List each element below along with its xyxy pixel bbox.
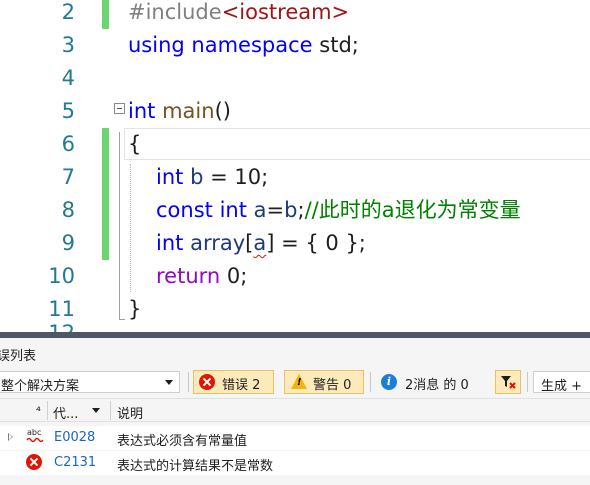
error-list-header: ⁴ 代... 说明 (0, 398, 590, 422)
code-editor[interactable]: 2 #include<iostream> 3 using namespace s… (0, 0, 590, 332)
error-description: 表达式必须含有常量值 (117, 434, 248, 449)
line-number: 9 (61, 231, 75, 255)
toolbar-divider (370, 372, 371, 392)
code-comment: //此时的a退化为常变量 (304, 198, 521, 222)
panel-title: 误列表 (0, 349, 37, 364)
fold-guide (119, 132, 120, 320)
spelling-error-icon: abc (26, 428, 44, 443)
line-number: 6 (61, 132, 75, 156)
expand-arrow-icon[interactable] (8, 433, 13, 441)
code-text[interactable]: { (128, 128, 141, 161)
code-text[interactable]: int b = 10; (156, 161, 268, 194)
change-indicator (102, 161, 109, 194)
code-line[interactable]: 5 int main() (0, 95, 590, 128)
column-type-header[interactable]: ⁴ (36, 404, 41, 418)
errors-filter-button[interactable]: 错误 2 (193, 370, 274, 394)
column-code-header[interactable]: 代... (53, 403, 78, 422)
warnings-filter-button[interactable]: ! 警告 0 (284, 370, 364, 394)
code-line: 12 (0, 322, 590, 332)
chevron-down-icon (165, 380, 173, 385)
error-list-panel: 误列表 整个解决方案 错误 2 ! 警告 0 i 2消息 的 0 生成 + ⁴ … (0, 332, 590, 485)
error-code-link[interactable]: C2131 (54, 455, 96, 470)
toolbar-divider (188, 372, 189, 392)
warning-icon: ! (291, 374, 307, 389)
scope-dropdown[interactable]: 整个解决方案 (0, 371, 180, 394)
line-number: 3 (61, 33, 75, 57)
error-icon (26, 454, 42, 470)
code-line[interactable]: 7 int b = 10; (0, 161, 590, 194)
info-icon: i (381, 374, 397, 390)
code-text[interactable]: #include<iostream> (128, 0, 349, 29)
svg-text:abc: abc (27, 428, 41, 437)
scope-value: 整个解决方案 (1, 379, 80, 394)
error-row[interactable]: abc E0028 表达式必须含有常量值 (0, 426, 590, 450)
toolbar-divider (527, 372, 528, 392)
line-number: 7 (61, 165, 75, 189)
column-divider[interactable] (110, 401, 111, 420)
filter-toggle-button[interactable] (495, 370, 521, 394)
error-code-link[interactable]: E0028 (54, 430, 95, 445)
line-number: 4 (61, 66, 75, 90)
indent-guide (130, 164, 131, 292)
line-number: 2 (61, 0, 75, 24)
code-line[interactable]: 10 return 0; (0, 260, 590, 293)
code-text[interactable]: const int a=b;//此时的a退化为常变量 (156, 194, 521, 227)
change-indicator (102, 227, 109, 260)
column-description-header[interactable]: 说明 (117, 403, 143, 422)
line-number: 12 (0, 322, 75, 332)
code-line-current[interactable]: 6 { (0, 128, 590, 161)
code-text[interactable]: using namespace std; (128, 29, 359, 62)
current-line-highlight (124, 128, 590, 160)
change-indicator (102, 194, 109, 227)
code-line[interactable]: 9 int array[a] = { 0 }; (0, 227, 590, 260)
line-number: 10 (48, 264, 75, 288)
error-row[interactable]: C2131 表达式的计算结果不是常数 (0, 451, 590, 475)
line-number: 5 (61, 99, 75, 123)
error-squiggle[interactable]: a (253, 231, 266, 255)
change-indicator (102, 0, 109, 29)
sort-down-icon[interactable] (92, 408, 100, 413)
column-divider[interactable] (47, 401, 48, 420)
code-line[interactable]: 8 const int a=b;//此时的a退化为常变量 (0, 194, 590, 227)
code-line[interactable]: 4 (0, 62, 590, 95)
code-text[interactable]: return 0; (156, 260, 247, 293)
code-line[interactable]: 3 using namespace std; (0, 29, 590, 62)
error-list-toolbar: 整个解决方案 错误 2 ! 警告 0 i 2消息 的 0 生成 + (0, 368, 590, 396)
filter-icon (501, 376, 516, 389)
code-line[interactable]: 2 #include<iostream> (0, 0, 590, 29)
panel-title-bar[interactable]: 误列表 (0, 338, 590, 368)
change-indicator (102, 128, 109, 161)
build-source-dropdown[interactable]: 生成 + (533, 371, 590, 394)
fold-guide-end (119, 319, 125, 320)
error-icon (199, 374, 215, 390)
line-number: 8 (61, 198, 75, 222)
error-description: 表达式的计算结果不是常数 (117, 459, 274, 474)
code-text[interactable]: int main() (128, 95, 231, 128)
messages-filter-button[interactable]: i 2消息 的 0 (374, 370, 486, 394)
code-text[interactable]: int array[a] = { 0 }; (156, 227, 366, 260)
collapse-toggle-icon[interactable] (114, 103, 125, 114)
